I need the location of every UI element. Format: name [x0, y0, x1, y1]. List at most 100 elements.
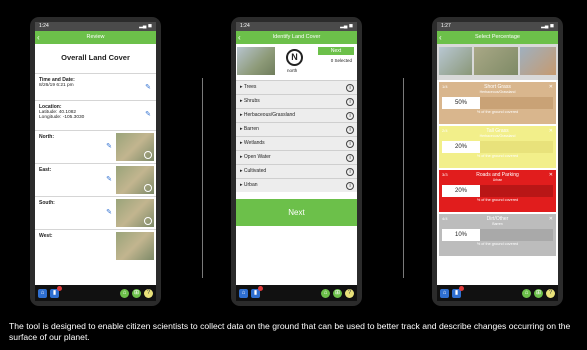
percentage-bar[interactable] [480, 229, 553, 241]
west-row: West: [35, 229, 156, 262]
card-index: 3/3 [442, 172, 448, 177]
zoom-icon[interactable] [144, 151, 152, 159]
divider-right [403, 78, 404, 278]
signal-icons: ▂▄ ◼ [541, 23, 554, 29]
info-icon[interactable]: i [346, 84, 354, 92]
screen-review: 1:24 ▂▄ ◼ ‹ Review Overall Land Cover Time… [35, 22, 156, 301]
back-arrow-icon[interactable]: ‹ [238, 31, 241, 44]
edit-north-pencil-icon[interactable]: ✎ [106, 142, 112, 150]
edit-location-pencil-icon[interactable]: ✎ [145, 110, 151, 118]
percentage-bar[interactable] [480, 141, 553, 153]
category-label: Herbaceous/Grassland [243, 112, 296, 118]
phone-percentage: 1:27 ▂▄ ◼ ‹ Select Percentage 1/4 ✕ Short Gr… [432, 17, 563, 306]
category-row[interactable]: ▸ Shrubs i [236, 94, 357, 108]
status-time: 1:24 [39, 23, 49, 29]
percentage-value[interactable]: 10% [442, 229, 480, 241]
direction-panel: N north Next 0 Selected [236, 44, 357, 80]
photo-strip [437, 44, 558, 80]
zoom-icon[interactable] [144, 217, 152, 225]
photo-3[interactable] [520, 47, 556, 75]
percentage-input-row: 20% [442, 141, 553, 153]
next-small-button[interactable]: Next [318, 47, 354, 55]
layers-icon[interactable]: ⊞ [333, 288, 342, 298]
status-bar: 1:24 ▂▄ ◼ [236, 22, 357, 31]
bottom-bar: ⌂ ▮ ⌂ ⊞ ? [437, 285, 558, 301]
compass-icon: N [286, 49, 303, 66]
east-photo[interactable] [116, 166, 154, 194]
category-list: ▸ Trees i ▸ Shrubs i ▸ Herbaceous/Grassland i… [236, 80, 357, 192]
category-row[interactable]: ▸ Cultivated i [236, 164, 357, 178]
card-subtitle: Herbaceous/Grassland [479, 90, 516, 94]
home-icon[interactable]: ⌂ [38, 288, 47, 298]
percentage-value[interactable]: 20% [442, 185, 480, 197]
location-row: Location: Latitude: 40.1082 Longitude: -… [35, 100, 156, 130]
next-button[interactable]: Next [236, 199, 357, 226]
back-arrow-icon[interactable]: ‹ [37, 31, 40, 44]
info-icon[interactable]: i [346, 168, 354, 176]
percentage-card: 2/4 ✕ Tall Grass Herbaceous/Grassland 20%% o… [439, 126, 556, 168]
percentage-card: 3/3 ✕ Roads and Parking Urban 20%% of the gr… [439, 170, 556, 212]
info-icon[interactable]: i [346, 140, 354, 148]
direction-photo[interactable] [237, 47, 275, 75]
percentage-bar[interactable] [480, 185, 553, 197]
percentage-value[interactable]: 50% [442, 97, 480, 109]
help-icon[interactable]: ? [546, 288, 555, 298]
info-icon[interactable]: i [346, 98, 354, 106]
close-icon[interactable]: ✕ [549, 172, 553, 178]
percentage-input-row: 20% [442, 185, 553, 197]
data-icon[interactable]: ▮ [50, 285, 62, 298]
category-row[interactable]: ▸ Urban i [236, 178, 357, 192]
south-photo[interactable] [116, 199, 154, 227]
north-photo[interactable] [116, 133, 154, 161]
percentage-value[interactable]: 20% [442, 141, 480, 153]
close-icon[interactable]: ✕ [549, 128, 553, 134]
compass-label: north [287, 68, 298, 73]
back-arrow-icon[interactable]: ‹ [439, 31, 442, 44]
info-icon[interactable]: i [346, 126, 354, 134]
photo-2[interactable] [474, 47, 518, 75]
signal-icons: ▂▄ ◼ [340, 23, 353, 29]
data-icon[interactable]: ▮ [251, 285, 263, 298]
help-icon[interactable]: ? [345, 288, 354, 298]
category-row[interactable]: ▸ Trees i [236, 80, 357, 94]
percentage-bar[interactable] [480, 97, 553, 109]
info-icon[interactable]: i [346, 154, 354, 162]
home-green-icon[interactable]: ⌂ [120, 288, 129, 298]
category-label: Wetlands [243, 140, 265, 146]
layers-icon[interactable]: ⊞ [534, 288, 543, 298]
category-row[interactable]: ▸ Barren i [236, 122, 357, 136]
category-row[interactable]: ▸ Open Water i [236, 150, 357, 164]
photo-1[interactable] [439, 47, 472, 75]
info-icon[interactable]: i [346, 112, 354, 120]
card-index: 2/4 [442, 128, 448, 133]
edit-time-pencil-icon[interactable]: ✎ [145, 83, 151, 91]
edit-east-pencil-icon[interactable]: ✎ [106, 175, 112, 183]
title-bar: ‹ Select Percentage [437, 31, 558, 44]
screen-identify: 1:24 ▂▄ ◼ ‹ Identify Land Cover N north Ne… [236, 22, 357, 301]
category-row[interactable]: ▸ Herbaceous/Grassland i [236, 108, 357, 122]
category-row[interactable]: ▸ Wetlands i [236, 136, 357, 150]
west-photo[interactable] [116, 232, 154, 260]
status-time: 1:27 [441, 23, 451, 29]
edit-south-pencil-icon[interactable]: ✎ [106, 208, 112, 216]
data-icon[interactable]: ▮ [452, 285, 464, 298]
help-icon[interactable]: ? [144, 288, 153, 298]
close-icon[interactable]: ✕ [549, 216, 553, 222]
card-subtitle: Urban [492, 178, 503, 182]
east-row: East: ✎ [35, 163, 156, 196]
home-green-icon[interactable]: ⌂ [321, 288, 330, 298]
page-heading: Overall Land Cover [61, 53, 130, 62]
info-icon[interactable]: i [346, 182, 354, 190]
card-subtitle: Herbaceous/Grassland [479, 134, 516, 138]
card-footer: % of the ground covered [476, 110, 519, 114]
close-icon[interactable]: ✕ [549, 84, 553, 90]
north-row: North: ✎ [35, 130, 156, 163]
caption-text: The tool is designed to enable citizen s… [9, 321, 571, 342]
home-green-icon[interactable]: ⌂ [522, 288, 531, 298]
layers-icon[interactable]: ⊞ [132, 288, 141, 298]
home-icon[interactable]: ⌂ [239, 288, 248, 298]
percentage-input-row: 50% [442, 97, 553, 109]
card-footer: % of the ground covered [476, 198, 519, 202]
zoom-icon[interactable] [144, 184, 152, 192]
home-icon[interactable]: ⌂ [440, 288, 449, 298]
